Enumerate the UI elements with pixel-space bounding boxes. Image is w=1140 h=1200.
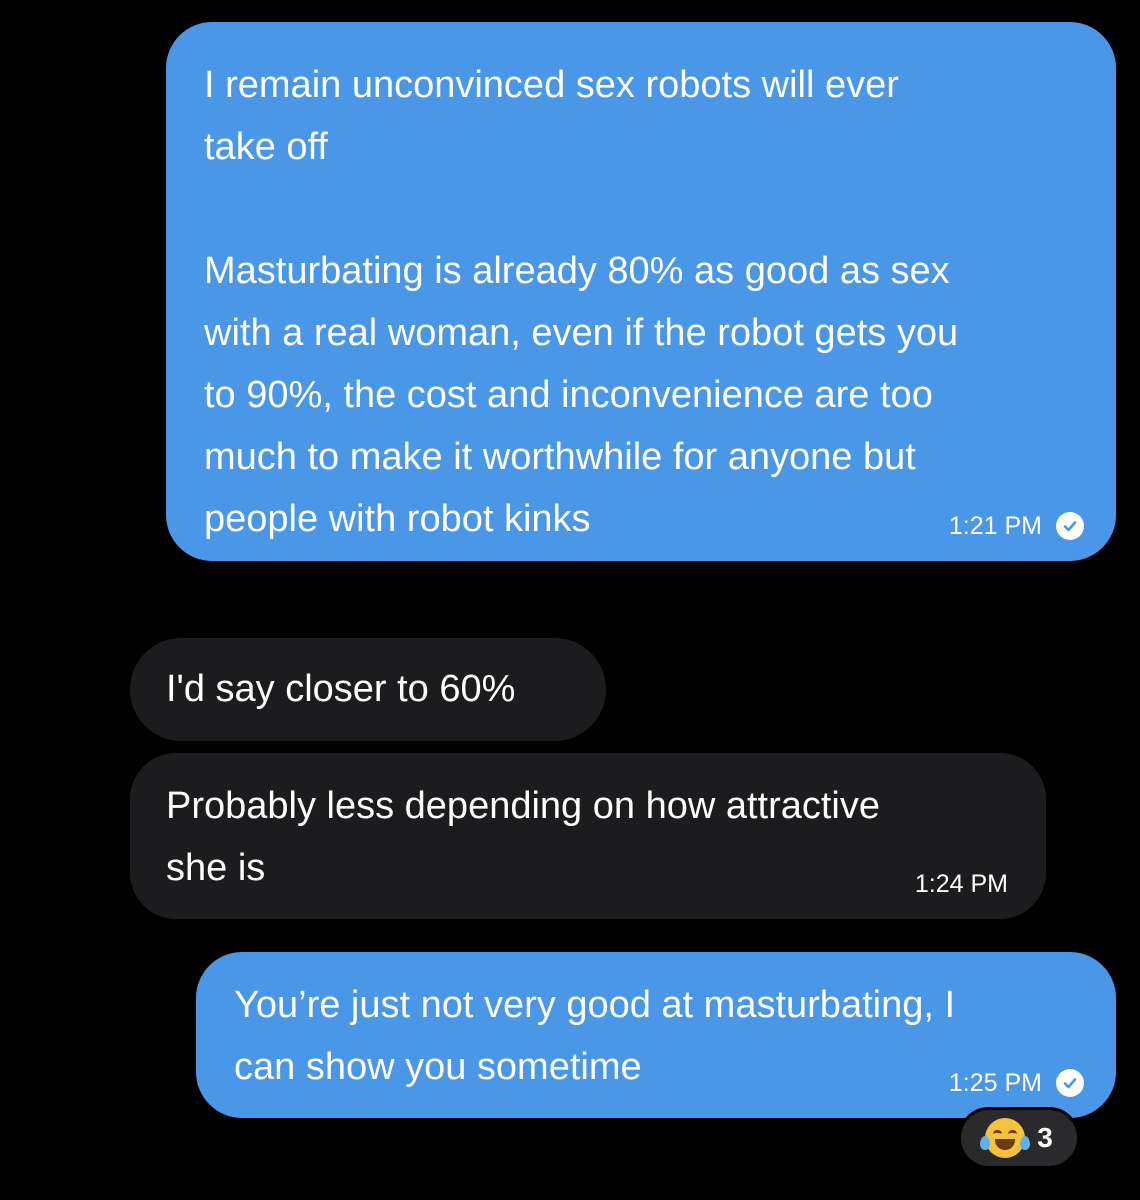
message-text: I remain unconvinced sex robots will eve… [204,64,959,540]
message-meta: 1:24 PM [915,869,1008,899]
message-meta: 1:25 PM [949,1068,1084,1098]
message-timestamp: 1:25 PM [948,1069,1042,1097]
message-bubble-received[interactable]: Probably less depending on how attractiv… [130,753,1046,919]
check-circle-icon [1056,512,1084,540]
check-circle-icon [1056,1069,1084,1097]
message-text: I'd say closer to 60% [166,668,516,710]
message-timestamp: 1:21 PM [948,512,1042,540]
message-bubble-sent[interactable]: You’re just not very good at masturbatin… [196,952,1116,1118]
message-bubble-received[interactable]: I'd say closer to 60% [130,638,606,741]
reaction-pill[interactable]: 3 [958,1107,1080,1169]
message-timestamp: 1:24 PM [914,870,1008,898]
message-text: Probably less depending on how attractiv… [166,785,881,889]
message-meta: 1:21 PM [949,511,1084,541]
tears-of-joy-emoji-icon [980,1118,1031,1158]
reaction-count: 3 [1037,1122,1053,1153]
message-bubble-sent[interactable]: I remain unconvinced sex robots will eve… [166,22,1116,561]
